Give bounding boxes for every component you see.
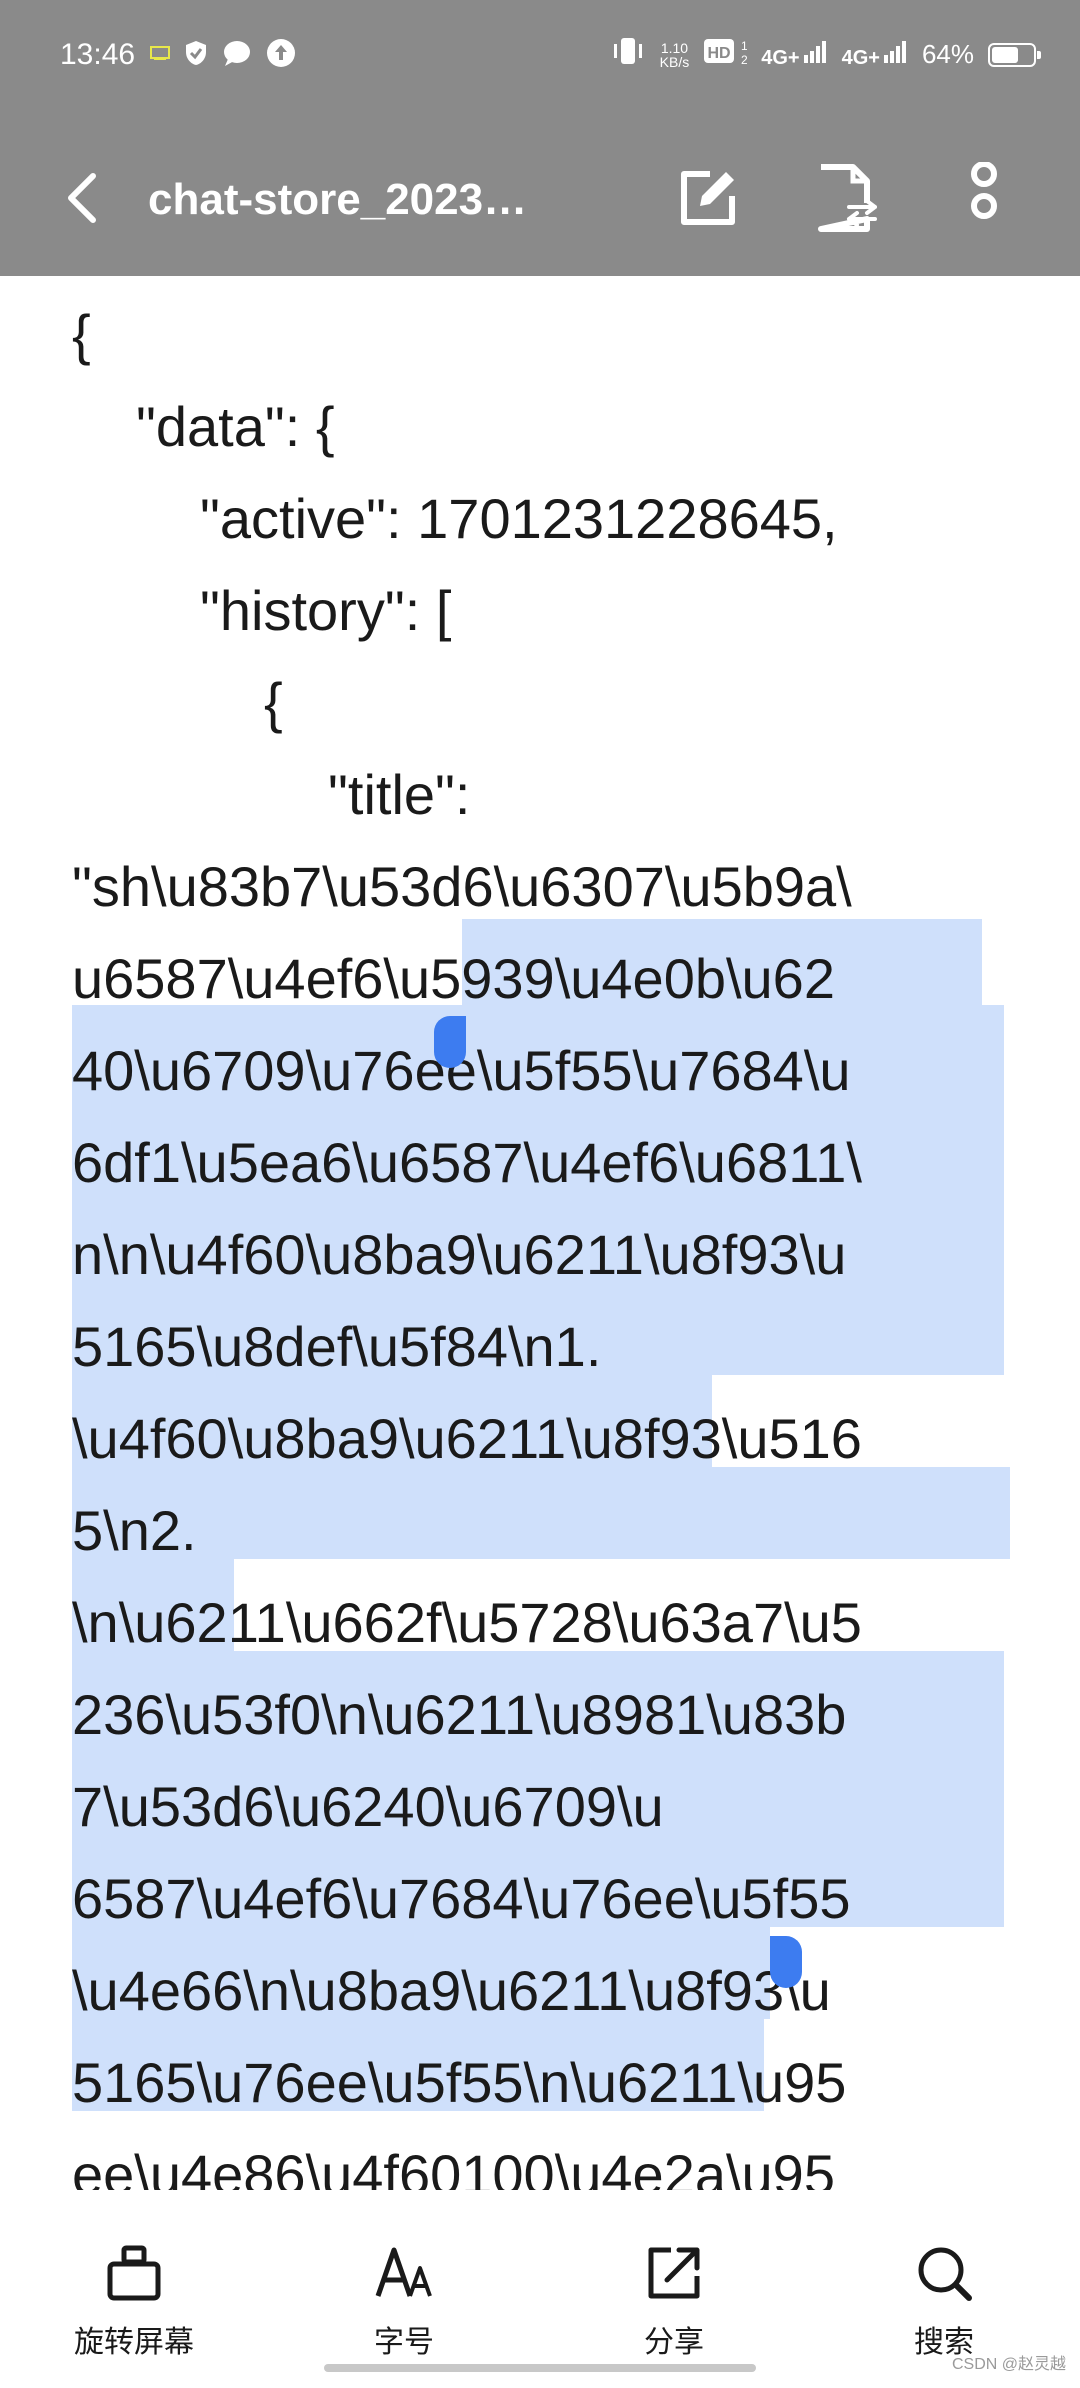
code-line: 6df1\u5ea6\u6587\u4ef6\u6811\: [72, 1131, 862, 1194]
network-speed: 1.10 KB/s: [660, 41, 690, 69]
signal-1: 4G+: [761, 39, 827, 70]
convert-button[interactable]: [803, 158, 887, 242]
status-time: 13:46: [60, 38, 136, 71]
file-convert-icon: [813, 163, 877, 238]
selection-start-handle[interactable]: [434, 1016, 466, 1068]
code-line: 5\n2.: [72, 1499, 197, 1562]
code-line: {: [264, 671, 283, 734]
rotate-screen-button[interactable]: 旋转屏幕: [64, 2244, 204, 2364]
font-size-icon: [374, 2244, 434, 2307]
signal-icon: [883, 39, 908, 70]
share-icon: [645, 2244, 703, 2307]
share-label: 分享: [644, 2326, 704, 2359]
code-line: 7\u53d6\u6240\u6709\u: [72, 1775, 664, 1838]
title-bar: chat-store_2023…: [0, 116, 1080, 276]
back-button[interactable]: [52, 164, 112, 236]
header: 13:46 1.10 KB/s HD 1 2 4G+ 4G+ 64% chat-…: [0, 0, 1080, 276]
document-title: chat-store_2023…: [148, 175, 528, 224]
svg-text:HD: HD: [708, 45, 731, 62]
code-line: \n\u6211\u662f\u5728\u63a7\u5: [72, 1591, 862, 1654]
code-line: "active": 1701231228645,: [200, 487, 838, 550]
network-speed-unit: KB/s: [659, 53, 690, 70]
code-line: \u4e66\n\u8ba9\u6211\u8f93\u: [72, 1959, 831, 2022]
font-size-button[interactable]: 字号: [334, 2244, 474, 2364]
code-line: 6587\u4ef6\u7684\u76ee\u5f55: [72, 1867, 851, 1930]
code-line: \u4f60\u8ba9\u6211\u8f93\u516: [72, 1407, 862, 1470]
code-line: u6587\u4ef6\u5939\u4e0b\u62: [72, 947, 835, 1010]
battery-icon: [988, 42, 1041, 67]
status-right: 1.10 KB/s HD 1 2 4G+ 4G+ 64%: [610, 36, 1041, 73]
code-line: "history": [: [200, 579, 452, 642]
code-line: 5165\u76ee\u5f55\n\u6211\u95: [72, 2051, 847, 2114]
rotate-screen-icon: [106, 2244, 162, 2307]
network-type-1: 4G+: [761, 47, 800, 69]
chevron-left-icon: [65, 172, 99, 229]
more-button[interactable]: [942, 158, 1026, 242]
upload-icon: [266, 38, 296, 73]
edit-button[interactable]: [666, 158, 750, 242]
svg-text:2: 2: [741, 53, 747, 66]
home-indicator[interactable]: [324, 2364, 756, 2372]
network-speed-value: 1.10: [660, 39, 689, 56]
hd-icon: HD 1 2: [703, 36, 748, 73]
svg-text:1: 1: [741, 39, 747, 53]
code-line: n\n\u4f60\u8ba9\u6211\u8f93\u: [72, 1223, 847, 1286]
edit-icon: [676, 166, 740, 235]
status-left-icons: [150, 38, 296, 73]
code-line: "data": {: [136, 395, 335, 458]
code-line: "title":: [328, 763, 471, 826]
battery-level: [992, 46, 1018, 63]
search-button[interactable]: 搜索: [874, 2244, 1014, 2364]
code-line: ee\u4e86\u4f60100\u4e2a\u95: [72, 2143, 835, 2190]
code-line: "sh\u83b7\u53d6\u6307\u5b9a\: [72, 855, 852, 918]
battery-percent: 64%: [921, 39, 974, 69]
rotate-screen-label: 旋转屏幕: [74, 2326, 194, 2359]
more-vertical-icon: [964, 160, 1004, 239]
code-line: 5165\u8def\u5f84\n1.: [72, 1315, 602, 1378]
selection-end-handle[interactable]: [770, 1936, 802, 1988]
vibrate-icon: [610, 36, 646, 73]
signal-icon: [803, 39, 828, 70]
font-size-label: 字号: [374, 2326, 434, 2359]
share-button[interactable]: 分享: [604, 2244, 744, 2364]
status-bar: 13:46 1.10 KB/s HD 1 2 4G+ 4G+ 64%: [0, 0, 1080, 116]
code-line: {: [72, 303, 91, 366]
network-type-2: 4G+: [841, 47, 880, 69]
notification-icon: [150, 45, 170, 66]
document-content[interactable]: { "data": { "active": 1701231228645, "hi…: [0, 276, 1080, 2190]
code-line: 236\u53f0\n\u6211\u8981\u83b: [72, 1683, 847, 1746]
search-icon: [915, 2244, 973, 2307]
message-icon: [222, 39, 252, 72]
bottom-toolbar: 旋转屏幕 字号 分享 搜索 CSDN @赵灵越: [0, 2190, 1080, 2388]
shield-icon: [184, 39, 208, 72]
watermark: CSDN @赵灵越: [951, 2356, 1066, 2373]
signal-2: 4G+: [842, 39, 908, 70]
